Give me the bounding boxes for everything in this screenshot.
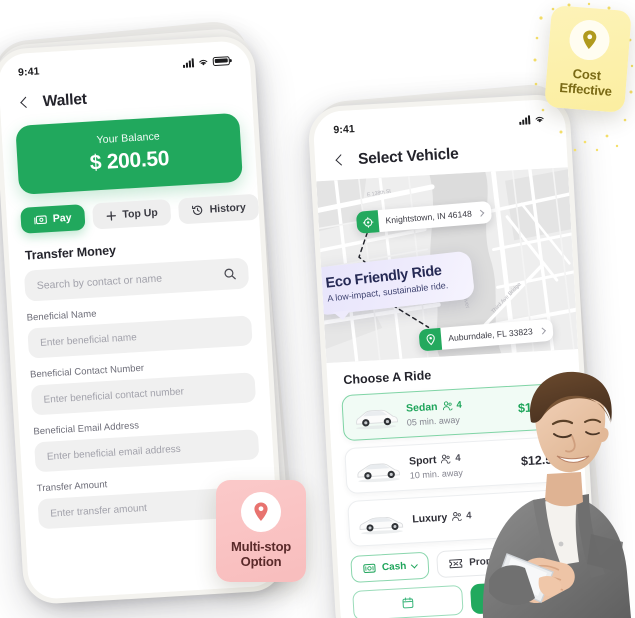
multi-stop-option-badge: Multi-stop Option	[216, 480, 306, 583]
chevron-right-icon	[477, 209, 485, 217]
money-card-icon	[34, 214, 47, 224]
ride-name: Sedan	[405, 400, 438, 415]
cost-effective-badge: Cost Effective	[544, 5, 632, 114]
history-label: History	[209, 201, 247, 216]
field-placeholder: Enter beneficial contact number	[43, 385, 185, 406]
field-placeholder: Enter beneficial email address	[46, 443, 182, 463]
schedule-ride-button[interactable]	[352, 584, 464, 618]
badge-icon-circle	[241, 492, 281, 532]
page-title: Select Vehicle	[357, 145, 460, 168]
plus-icon	[106, 210, 116, 221]
sport-car-icon	[357, 463, 401, 483]
search-icon[interactable]	[223, 267, 237, 281]
cash-icon	[363, 563, 376, 574]
multi-stop-label: Multi-stop Option	[224, 539, 298, 569]
status-time: 9:41	[17, 65, 40, 79]
chevron-down-icon	[411, 561, 419, 569]
person-using-phone-photo	[482, 371, 631, 618]
wifi-icon	[199, 59, 208, 65]
balance-card: Your Balance $ 200.50	[15, 112, 243, 195]
status-time: 9:41	[333, 123, 356, 137]
calendar-icon	[402, 597, 414, 609]
search-placeholder: Search by contact or name	[36, 272, 163, 292]
pay-label: Pay	[52, 211, 72, 225]
pay-button[interactable]: Pay	[20, 204, 86, 234]
dropoff-location-text: Auburndale, FL 33823	[447, 326, 534, 344]
back-chevron-icon[interactable]	[332, 154, 347, 169]
sedan-car-icon	[356, 409, 398, 430]
mockup-stage: 9:41 Wallet Your Balance $ 200.50 Pay To…	[0, 0, 635, 618]
luxury-car-icon	[359, 517, 404, 535]
map-pin-icon	[583, 30, 597, 50]
field-placeholder: Enter beneficial name	[39, 331, 138, 349]
history-button[interactable]: History	[177, 193, 260, 225]
cost-effective-label: Cost Effective	[553, 65, 619, 99]
balance-amount: $ 200.50	[89, 146, 170, 175]
clock-rewind-icon	[192, 205, 203, 215]
top-up-label: Top Up	[122, 206, 159, 221]
map-pin-icon	[254, 502, 268, 521]
status-icons	[182, 55, 231, 68]
field-placeholder: Enter transfer amount	[49, 502, 148, 520]
passengers-icon	[441, 454, 451, 464]
ride-name: Luxury	[411, 511, 448, 525]
cellular-signal-icon	[182, 57, 195, 68]
pickup-location-text: Knightstown, IN 46148	[385, 208, 473, 226]
cash-payment-selector[interactable]: Cash	[350, 551, 431, 583]
ride-name: Sport	[408, 453, 437, 468]
back-chevron-icon[interactable]	[17, 96, 32, 111]
passengers-icon	[442, 401, 452, 411]
map-pin-icon	[418, 327, 443, 352]
cash-label: Cash	[381, 560, 407, 574]
top-up-button[interactable]: Top Up	[91, 198, 172, 230]
cellular-signal-icon	[518, 114, 531, 125]
page-title: Wallet	[42, 90, 88, 111]
badge-line-1: Multi-stop	[230, 539, 292, 554]
badge-line-2: Option	[240, 553, 282, 569]
badge-line-2: Effective	[558, 79, 613, 99]
pickup-target-icon	[355, 210, 380, 234]
badge-icon-circle	[567, 18, 612, 62]
route-map[interactable]: E 138th St Harlem River Third Ave Bridge…	[316, 167, 579, 364]
battery-icon	[212, 55, 231, 66]
